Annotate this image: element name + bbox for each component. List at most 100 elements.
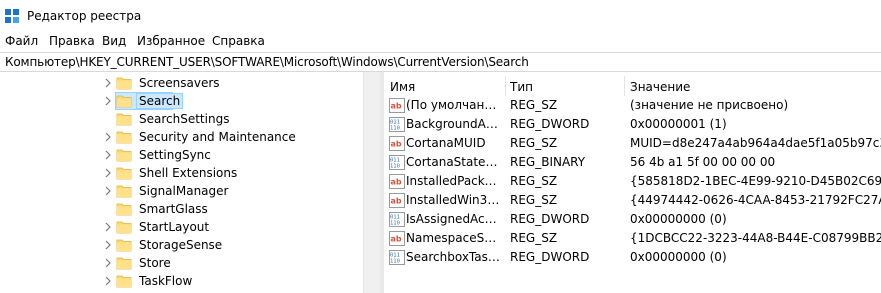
svg-text:ab: ab: [391, 178, 402, 187]
tree-item[interactable]: SignalManager: [0, 182, 363, 200]
menu-edit[interactable]: Правка: [49, 34, 95, 48]
value-name: (По умолчанию): [406, 98, 503, 112]
value-data: {44974442-0626-4CAA-8453-21792FC27A29}: [630, 193, 881, 207]
regedit-icon: [5, 9, 19, 23]
value-row[interactable]: ab NamespaceSetti... REG_SZ {1DCBCC22-3223-…: [384, 229, 881, 248]
value-data: {1DCBCC22-3223-44A8-B44E-C08799BB223B}: [630, 231, 881, 245]
tree-item[interactable]: StartLayout: [0, 218, 363, 236]
chevron-right-icon[interactable]: [103, 275, 113, 287]
tree-item[interactable]: SettingSync: [0, 146, 363, 164]
value-row[interactable]: 011110SearchboxTaskb... REG_DWORD 0x000000…: [384, 248, 881, 267]
tree-item-label: TaskFlow: [139, 274, 193, 288]
chevron-right-icon[interactable]: [103, 131, 113, 143]
key-tree[interactable]: Screensavers Search SearchSettings Security…: [0, 72, 380, 293]
chevron-right-icon[interactable]: [103, 95, 113, 107]
address-path[interactable]: Компьютер\HKEY_CURRENT_USER\SOFTWARE\Mic…: [5, 55, 529, 69]
menu-file[interactable]: Файл: [5, 34, 38, 48]
folder-icon: [116, 167, 132, 180]
tree-item-label: StartLayout: [139, 220, 210, 234]
value-data: MUID=d8e247a4ab964a4dae5f1a05b97c3e54: [630, 136, 881, 150]
value-type: REG_SZ: [510, 136, 558, 150]
value-name: InstalledWin32A...: [406, 193, 503, 207]
tree-scrollbar[interactable]: [363, 72, 380, 293]
tree-item[interactable]: Shell Extensions: [0, 164, 363, 182]
value-row[interactable]: ab (По умолчанию) REG_SZ (значение не присв…: [384, 96, 881, 115]
value-type: REG_DWORD: [510, 250, 590, 264]
tree-item[interactable]: SearchSettings: [0, 110, 363, 128]
value-name: IsAssignedAccess: [406, 212, 503, 226]
address-bar[interactable]: Компьютер\HKEY_CURRENT_USER\SOFTWARE\Mic…: [0, 52, 881, 72]
folder-icon: [116, 95, 132, 108]
value-data: 56 4b a1 5f 00 00 00 00: [630, 155, 776, 169]
column-divider[interactable]: [624, 76, 625, 96]
folder-icon: [116, 275, 132, 288]
window-title: Редактор реестра: [27, 9, 142, 23]
value-row[interactable]: 011 110 BackgroundApp... REG_DWORD 0x0000000…: [384, 115, 881, 134]
chevron-right-icon[interactable]: [103, 77, 113, 89]
tree-item[interactable]: Screensavers: [0, 74, 363, 92]
tree-item[interactable]: Search: [0, 92, 363, 110]
tree-item-label: SettingSync: [139, 148, 211, 162]
folder-icon: [116, 113, 132, 126]
chevron-right-icon[interactable]: [103, 239, 113, 251]
chevron-right-icon[interactable]: [103, 149, 113, 161]
value-data: 0x00000000 (0): [630, 250, 727, 264]
tree-item-label: Shell Extensions: [139, 166, 238, 180]
value-row[interactable]: 011110CortanaStateLas... REG_BINARY 56 4b …: [384, 153, 881, 172]
value-data: {585818D2-1BEC-4E99-9210-D45B02C697B9}: [630, 174, 881, 188]
menu-view[interactable]: Вид: [102, 34, 126, 48]
value-name: InstalledPackag...: [406, 174, 503, 188]
menu-bar: Файл Правка Вид Избранное Справка: [0, 32, 881, 52]
folder-icon: [116, 239, 132, 252]
svg-text:ab: ab: [391, 235, 402, 244]
menu-help[interactable]: Справка: [212, 34, 265, 48]
svg-text:110: 110: [390, 221, 400, 227]
values-list[interactable]: Имя Тип Значение ab (По умолчанию) REG_SZ (…: [384, 72, 881, 293]
value-name: CortanaMUID: [406, 136, 486, 150]
tree-item-label: SmartGlass: [139, 202, 208, 216]
tree-item[interactable]: Store: [0, 254, 363, 272]
value-data: 0x00000000 (0): [630, 212, 727, 226]
string-value-icon: ab: [389, 98, 405, 113]
tree-item-label: SignalManager: [139, 184, 229, 198]
value-data: 0x00000001 (1): [630, 117, 727, 131]
value-type: REG_SZ: [510, 193, 558, 207]
folder-icon: [116, 221, 132, 234]
column-header-name[interactable]: Имя: [390, 72, 415, 96]
tree-item[interactable]: Security and Maintenance: [0, 128, 363, 146]
column-divider[interactable]: [505, 76, 506, 96]
tree-item-label: Screensavers: [139, 76, 220, 90]
value-name: NamespaceSetti...: [406, 231, 503, 245]
svg-text:110: 110: [390, 164, 400, 170]
column-header-type[interactable]: Тип: [510, 72, 533, 96]
chevron-right-icon[interactable]: [103, 167, 113, 179]
value-data: (значение не присвоено): [630, 98, 789, 112]
value-row[interactable]: ab InstalledWin32A... REG_SZ {44974442-0626…: [384, 191, 881, 210]
value-row[interactable]: ab CortanaMUID REG_SZ MUID=d8e247a4ab964a4d…: [384, 134, 881, 153]
value-type: REG_DWORD: [510, 212, 590, 226]
folder-icon: [116, 131, 132, 144]
tree-item-label: Store: [139, 256, 171, 270]
binary-value-icon: 011110: [389, 212, 405, 227]
value-row[interactable]: ab InstalledPackag... REG_SZ {585818D2-1BEC…: [384, 172, 881, 191]
menu-favorites[interactable]: Избранное: [137, 34, 205, 48]
tree-item-label: Search: [135, 93, 184, 109]
value-type: REG_SZ: [510, 98, 558, 112]
column-header-data[interactable]: Значение: [630, 72, 690, 96]
value-name: BackgroundApp...: [406, 117, 503, 131]
tree-item[interactable]: SmartGlass: [0, 200, 363, 218]
value-name: CortanaStateLas...: [406, 155, 503, 169]
folder-icon: [116, 77, 132, 90]
binary-value-icon: 011110: [389, 250, 405, 265]
chevron-right-icon[interactable]: [103, 221, 113, 233]
value-row[interactable]: 011 110 IsAssignedAccess REG_DWORD 0x0000000…: [384, 210, 881, 229]
tree-item-label: StorageSense: [139, 238, 223, 252]
value-type: REG_BINARY: [510, 155, 586, 169]
title-bar: Редактор реестра: [0, 0, 881, 32]
tree-item[interactable]: TaskFlow: [0, 272, 363, 290]
chevron-right-icon[interactable]: [103, 257, 113, 269]
binary-value-icon: 011110: [389, 117, 405, 132]
tree-item[interactable]: StorageSense: [0, 236, 363, 254]
chevron-right-icon[interactable]: [103, 185, 113, 197]
value-type: REG_SZ: [510, 231, 558, 245]
